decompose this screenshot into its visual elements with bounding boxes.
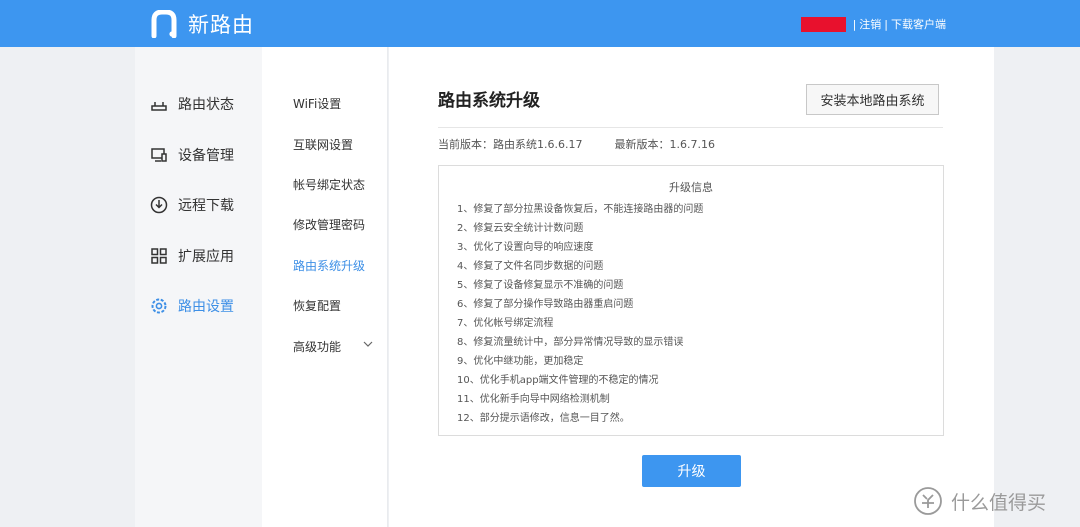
download-client-link[interactable]: 下载客户端: [891, 16, 946, 32]
separator: |: [852, 17, 857, 31]
device-icon: [150, 146, 168, 164]
apps-grid-icon: [150, 247, 168, 265]
changelog-item: 5、修复了设备修复显示不准确的问题: [457, 280, 624, 291]
upgrade-info-box: 升级信息 1、修复了部分拉黑设备恢复后，不能连接路由器的问题 2、修复云安全统计计…: [438, 165, 944, 436]
sidebar-item-extended-apps[interactable]: 扩展应用: [150, 246, 234, 266]
changelog-list: 1、修复了部分拉黑设备恢复后，不能连接路由器的问题 2、修复云安全统计计数问题 3、…: [457, 200, 703, 428]
watermark: 什么值得买: [913, 486, 1046, 516]
version-info: 当前版本：路由系统1.6.6.17 最新版本：1.6.7.16: [438, 136, 715, 152]
current-version: 当前版本：路由系统1.6.6.17: [438, 138, 583, 151]
changelog-item: 11、优化新手向导中网络检测机制: [457, 394, 610, 405]
primary-sidebar: 路由状态 设备管理 远程下载 扩展应用 路由设置: [135, 47, 262, 527]
install-local-system-button[interactable]: 安装本地路由系统: [806, 84, 939, 115]
submenu-item-internet[interactable]: 互联网设置: [293, 136, 353, 153]
upgrade-button[interactable]: 升级: [642, 455, 741, 487]
gear-icon: [150, 297, 168, 315]
user-name-redacted[interactable]: [800, 16, 846, 32]
sidebar-item-label: 路由状态: [178, 97, 234, 113]
latest-version: 最新版本：1.6.7.16: [614, 138, 715, 151]
changelog-item: 1、修复了部分拉黑设备恢复后，不能连接路由器的问题: [457, 204, 704, 215]
settings-submenu: WiFi设置 互联网设置 帐号绑定状态 修改管理密码 路由系统升级 恢复配置 高…: [262, 47, 388, 527]
sidebar-item-router-settings[interactable]: 路由设置: [150, 296, 234, 316]
logo-icon: [151, 10, 177, 38]
divider: [438, 127, 943, 128]
watermark-text: 什么值得买: [951, 491, 1047, 514]
top-bar: 新路由 | 注销 | 下载客户端: [0, 0, 1080, 47]
sidebar-item-remote-download[interactable]: 远程下载: [150, 195, 234, 215]
sidebar-item-device-management[interactable]: 设备管理: [150, 145, 234, 165]
brand-logo[interactable]: 新路由: [150, 9, 254, 39]
separator: |: [884, 17, 888, 31]
submenu-item-account-binding[interactable]: 帐号绑定状态: [293, 176, 365, 193]
changelog-item: 12、部分提示语修改，信息一目了然。: [457, 413, 630, 424]
submenu-item-restore-config[interactable]: 恢复配置: [293, 297, 341, 314]
sidebar-item-label: 扩展应用: [178, 249, 234, 265]
changelog-item: 8、修复流量统计中，部分异常情况导致的显示错误: [457, 337, 684, 348]
sidebar-item-router-status[interactable]: 路由状态: [150, 94, 234, 114]
changelog-item: 7、优化帐号绑定流程: [457, 318, 554, 329]
main-panel: 路由系统升级 安装本地路由系统 当前版本：路由系统1.6.6.17 最新版本：1…: [389, 47, 994, 527]
brand-name: 新路由: [188, 13, 254, 37]
submenu-item-system-upgrade[interactable]: 路由系统升级: [293, 257, 365, 274]
watermark-logo-icon: [914, 487, 942, 515]
sidebar-item-label: 远程下载: [178, 198, 234, 214]
submenu-item-admin-password[interactable]: 修改管理密码: [293, 216, 365, 233]
sidebar-item-label: 设备管理: [178, 148, 234, 164]
router-icon: [150, 95, 168, 113]
logout-link[interactable]: 注销: [859, 16, 881, 32]
download-icon: [150, 196, 168, 214]
top-links: | 注销 | 下载客户端: [800, 16, 946, 32]
page-title: 路由系统升级: [438, 91, 540, 111]
submenu-item-wifi[interactable]: WiFi设置: [293, 95, 341, 112]
changelog-item: 2、修复云安全统计计数问题: [457, 223, 584, 234]
upgrade-info-title: 升级信息: [669, 181, 713, 194]
changelog-item: 4、修复了文件名同步数据的问题: [457, 261, 604, 272]
changelog-item: 6、修复了部分操作导致路由器重启问题: [457, 299, 634, 310]
submenu-item-advanced[interactable]: 高级功能: [293, 338, 341, 355]
chevron-down-icon[interactable]: [363, 339, 373, 349]
sidebar-item-label: 路由设置: [178, 299, 234, 315]
changelog-item: 9、优化中继功能，更加稳定: [457, 356, 584, 367]
changelog-item: 10、优化手机app端文件管理的不稳定的情况: [457, 375, 659, 386]
changelog-item: 3、优化了设置向导的响应速度: [457, 242, 594, 253]
